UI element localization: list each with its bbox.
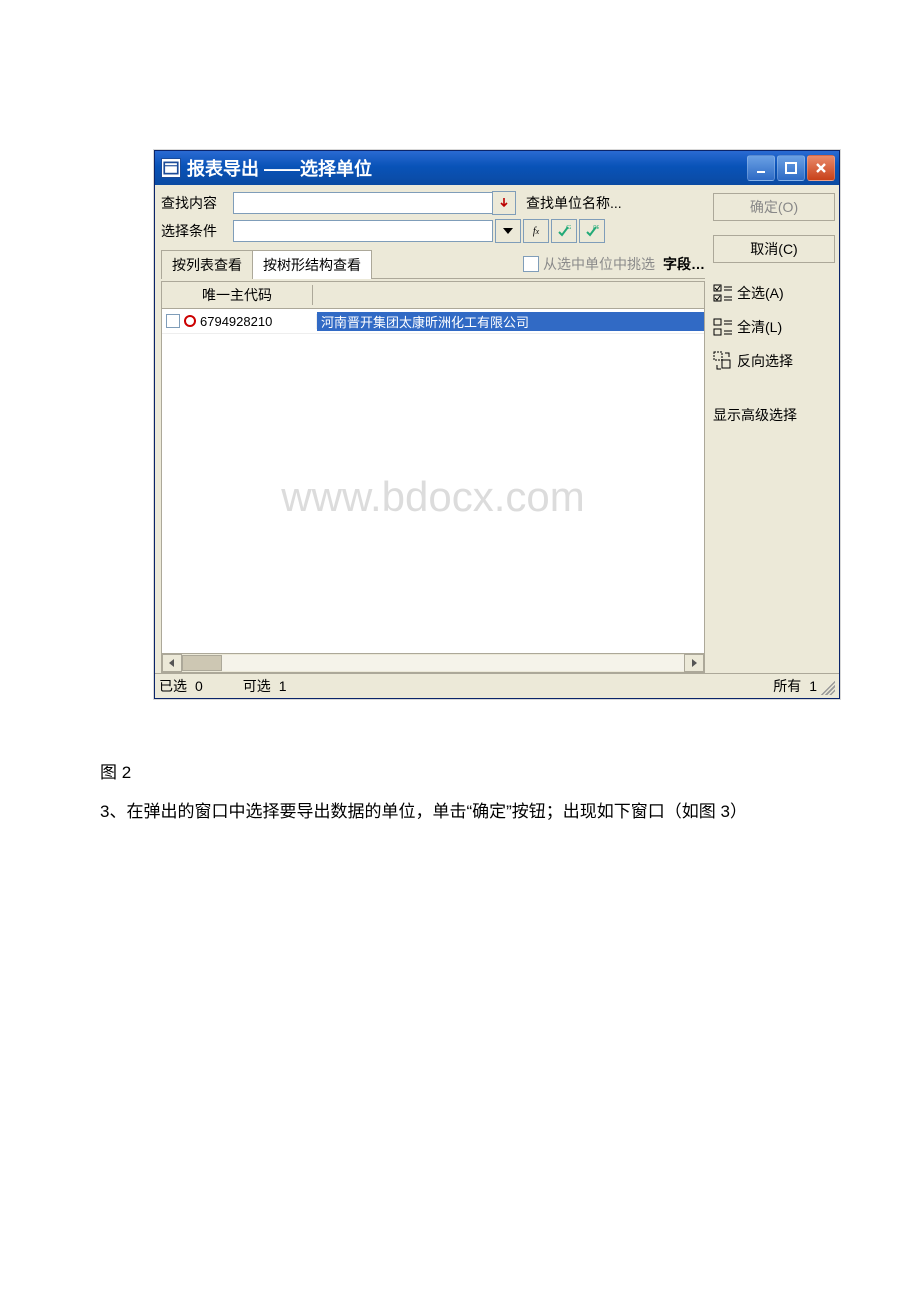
row-name: 河南晋开集团太康昕洲化工有限公司 [317,312,704,331]
row-checkbox[interactable] [166,314,180,328]
find-content-input[interactable] [233,192,493,214]
dialog-window: 报表导出 ——选择单位 查找内容 [154,150,840,699]
minimize-button[interactable] [747,155,775,181]
ok-button[interactable]: 确定(O) [713,193,835,221]
status-avail-label: 可选 [243,676,271,696]
row-code: 6794928210 [200,314,272,329]
caption-block: 图 2 3、在弹出的窗口中选择要导出数据的单位，单击“确定”按钮；出现如下窗口（… [100,759,820,827]
status-dot-icon [184,315,196,327]
status-bar: 已选 0 可选 1 所有 1 [155,673,839,698]
status-selected-value: 0 [195,678,203,694]
clear-all-link[interactable]: 全清(L) [713,317,833,337]
find-content-label: 查找内容 [161,193,233,213]
check-de-button[interactable]: DE [579,219,605,243]
maximize-button[interactable] [777,155,805,181]
cond-dropdown-button[interactable] [495,219,521,243]
select-all-link[interactable]: 全选(A) [713,283,833,303]
select-cond-label: 选择条件 [161,221,233,241]
window-title: 报表导出 ——选择单位 [187,155,372,181]
fx-button[interactable]: fx [523,219,549,243]
scroll-left-button[interactable] [162,654,182,672]
svg-text:C2: C2 [566,225,571,231]
view-tabs: 按列表查看 按树形结构查看 从选中单位中挑选 字段… [161,249,705,279]
results-grid: 唯一主代码 6794928210 河南晋开集团太康昕洲化工有限公司 www.bd… [161,281,705,673]
pick-from-selected-label: 从选中单位中挑选 [543,254,655,274]
tab-list-view[interactable]: 按列表查看 [161,250,253,279]
fields-button[interactable]: 字段… [663,254,705,274]
svg-text:DE: DE [593,225,599,231]
invert-selection-link[interactable]: 反向选择 [713,351,833,371]
status-all-value: 1 [809,678,817,694]
show-advanced-link[interactable]: 显示高级选择 [713,405,833,425]
check-c2-button[interactable]: C2 [551,219,577,243]
table-row[interactable]: 6794928210 河南晋开集团太康昕洲化工有限公司 [162,309,704,334]
scroll-right-button[interactable] [684,654,704,672]
app-icon [161,158,181,178]
status-avail-value: 1 [279,678,287,694]
scroll-thumb[interactable] [182,655,222,671]
close-button[interactable] [807,155,835,181]
tab-tree-view[interactable]: 按树形结构查看 [252,250,372,279]
figure-label: 图 2 [100,759,820,788]
titlebar: 报表导出 ——选择单位 [155,151,839,185]
watermark-text: www.bdocx.com [281,473,584,521]
find-unit-name-link[interactable]: 查找单位名称... [526,193,622,213]
select-cond-input[interactable] [233,220,493,242]
find-dropdown-button[interactable] [492,191,516,215]
cancel-button[interactable]: 取消(C) [713,235,835,263]
pick-from-selected-checkbox[interactable] [523,256,539,272]
col-header-code[interactable]: 唯一主代码 [162,285,313,305]
status-all-label: 所有 [773,676,801,696]
horizontal-scrollbar[interactable] [162,653,704,672]
resize-grip-icon[interactable] [817,677,835,695]
step-text: 3、在弹出的窗口中选择要导出数据的单位，单击“确定”按钮；出现如下窗口（如图 3… [100,798,820,827]
status-selected-label: 已选 [159,676,187,696]
